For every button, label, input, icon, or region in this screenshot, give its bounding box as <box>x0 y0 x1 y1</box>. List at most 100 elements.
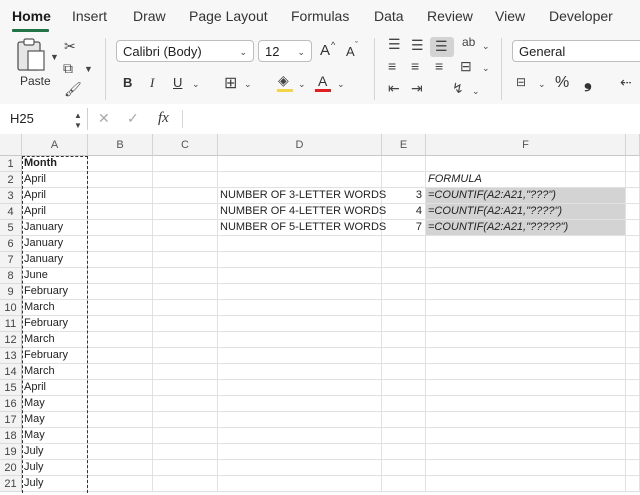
column-header-b[interactable]: B <box>88 134 153 156</box>
align-right-icon[interactable]: ≡ <box>435 58 443 74</box>
grid-cell[interactable] <box>88 428 153 444</box>
orientation-icon[interactable]: ab <box>462 35 475 49</box>
comma-style-button[interactable]: ❟ <box>584 70 592 93</box>
month-cell[interactable]: March <box>22 332 88 348</box>
tab-home[interactable]: Home <box>12 8 51 24</box>
grid-cell[interactable] <box>218 396 382 412</box>
grid-cell[interactable] <box>218 252 382 268</box>
grid-cell[interactable] <box>153 188 218 204</box>
grid-cell[interactable] <box>426 364 626 380</box>
increase-decimal-icon[interactable]: ⇠ <box>620 74 632 91</box>
underline-button[interactable]: U <box>173 75 182 90</box>
grid-cell[interactable] <box>218 428 382 444</box>
percent-style-button[interactable]: % <box>555 74 569 92</box>
grid-cell[interactable] <box>426 380 626 396</box>
grid-cell[interactable] <box>88 156 153 172</box>
orientation-chevron-down-icon[interactable]: ⌄ <box>482 41 490 52</box>
row-header[interactable]: 5 <box>0 220 22 236</box>
wrap-chevron-down-icon[interactable]: ⌄ <box>472 86 480 97</box>
grid-cell[interactable] <box>218 380 382 396</box>
grid-cell[interactable] <box>218 476 382 492</box>
grid-cell[interactable] <box>153 412 218 428</box>
month-cell[interactable]: May <box>22 412 88 428</box>
align-middle-icon[interactable]: ☰ <box>411 37 424 54</box>
grid-cell[interactable] <box>153 252 218 268</box>
row-header[interactable]: 2 <box>0 172 22 188</box>
month-cell[interactable]: January <box>22 220 88 236</box>
grid-cell[interactable] <box>426 332 626 348</box>
grid-cell[interactable] <box>88 284 153 300</box>
grid-cell[interactable] <box>626 284 640 300</box>
column-header-f[interactable]: F <box>426 134 626 156</box>
row-header[interactable]: 10 <box>0 300 22 316</box>
grid-cell[interactable] <box>88 236 153 252</box>
tab-insert[interactable]: Insert <box>72 8 107 24</box>
month-cell[interactable]: April <box>22 188 88 204</box>
month-cell[interactable]: March <box>22 364 88 380</box>
fill-color-chevron-down-icon[interactable]: ⌄ <box>298 79 306 90</box>
grid-cell[interactable] <box>426 268 626 284</box>
italic-button[interactable]: I <box>150 75 154 91</box>
row-header[interactable]: 19 <box>0 444 22 460</box>
grid-cell[interactable] <box>218 364 382 380</box>
grid-cell[interactable] <box>218 172 382 188</box>
grid-cell[interactable] <box>218 268 382 284</box>
month-cell[interactable]: January <box>22 252 88 268</box>
grid-cell[interactable] <box>426 396 626 412</box>
grid-cell[interactable] <box>626 268 640 284</box>
grid-cell[interactable] <box>382 476 426 492</box>
font-color-chevron-down-icon[interactable]: ⌄ <box>337 79 345 90</box>
summary-label-cell[interactable]: NUMBER OF 5-LETTER WORDS <box>218 220 386 236</box>
grid-cell[interactable] <box>426 316 626 332</box>
grid-cell[interactable] <box>626 252 640 268</box>
paste-button[interactable]: ▼ Paste <box>14 38 60 90</box>
grid-cell[interactable] <box>382 316 426 332</box>
grid-cell[interactable] <box>153 284 218 300</box>
summary-value-cell[interactable]: 3 <box>382 188 426 204</box>
grid-cell[interactable] <box>88 364 153 380</box>
grid-cell[interactable] <box>218 284 382 300</box>
summary-value-cell[interactable]: 7 <box>382 220 426 236</box>
tab-review[interactable]: Review <box>427 8 473 24</box>
grid-cell[interactable] <box>626 412 640 428</box>
grid-cell[interactable] <box>382 284 426 300</box>
grid-cell[interactable] <box>153 156 218 172</box>
merge-center-icon[interactable]: ⊟ <box>460 58 472 75</box>
tab-draw[interactable]: Draw <box>133 8 166 24</box>
grid-cell[interactable] <box>426 156 626 172</box>
borders-icon[interactable]: ⊞ <box>224 73 237 93</box>
grid-cell[interactable] <box>626 188 640 204</box>
grid-cell[interactable] <box>88 396 153 412</box>
grid-cell[interactable] <box>626 428 640 444</box>
month-cell[interactable]: February <box>22 348 88 364</box>
grid-cell[interactable] <box>382 268 426 284</box>
grid-cell[interactable] <box>626 364 640 380</box>
row-header[interactable]: 9 <box>0 284 22 300</box>
month-cell[interactable]: April <box>22 380 88 396</box>
grid-cell[interactable] <box>426 284 626 300</box>
increase-font-size-button[interactable]: A <box>320 42 330 59</box>
formula-text-cell[interactable]: =COUNTIF(A2:A21,"?????") <box>426 220 626 236</box>
grid-cell[interactable] <box>382 460 426 476</box>
month-cell[interactable]: March <box>22 300 88 316</box>
grid-cell[interactable] <box>88 316 153 332</box>
grid-cell[interactable] <box>626 300 640 316</box>
month-cell[interactable]: April <box>22 172 88 188</box>
column-header-e[interactable]: E <box>382 134 426 156</box>
grid-cell[interactable] <box>626 476 640 492</box>
column-header-g[interactable] <box>626 134 640 156</box>
grid-cell[interactable] <box>426 252 626 268</box>
grid-cell[interactable] <box>88 172 153 188</box>
row-header[interactable]: 16 <box>0 396 22 412</box>
summary-label-cell[interactable]: NUMBER OF 4-LETTER WORDS <box>218 204 386 220</box>
grid-cell[interactable] <box>626 204 640 220</box>
row-header[interactable]: 15 <box>0 380 22 396</box>
increase-indent-icon[interactable]: ⇥ <box>411 80 423 97</box>
font-size-dropdown[interactable]: 12 ⌄ <box>258 40 312 62</box>
grid-cell[interactable] <box>153 428 218 444</box>
grid-cell[interactable] <box>88 300 153 316</box>
row-header[interactable]: 14 <box>0 364 22 380</box>
tab-data[interactable]: Data <box>374 8 404 24</box>
cut-scissors-icon[interactable]: ✂ <box>64 38 76 55</box>
grid-cell[interactable] <box>426 236 626 252</box>
